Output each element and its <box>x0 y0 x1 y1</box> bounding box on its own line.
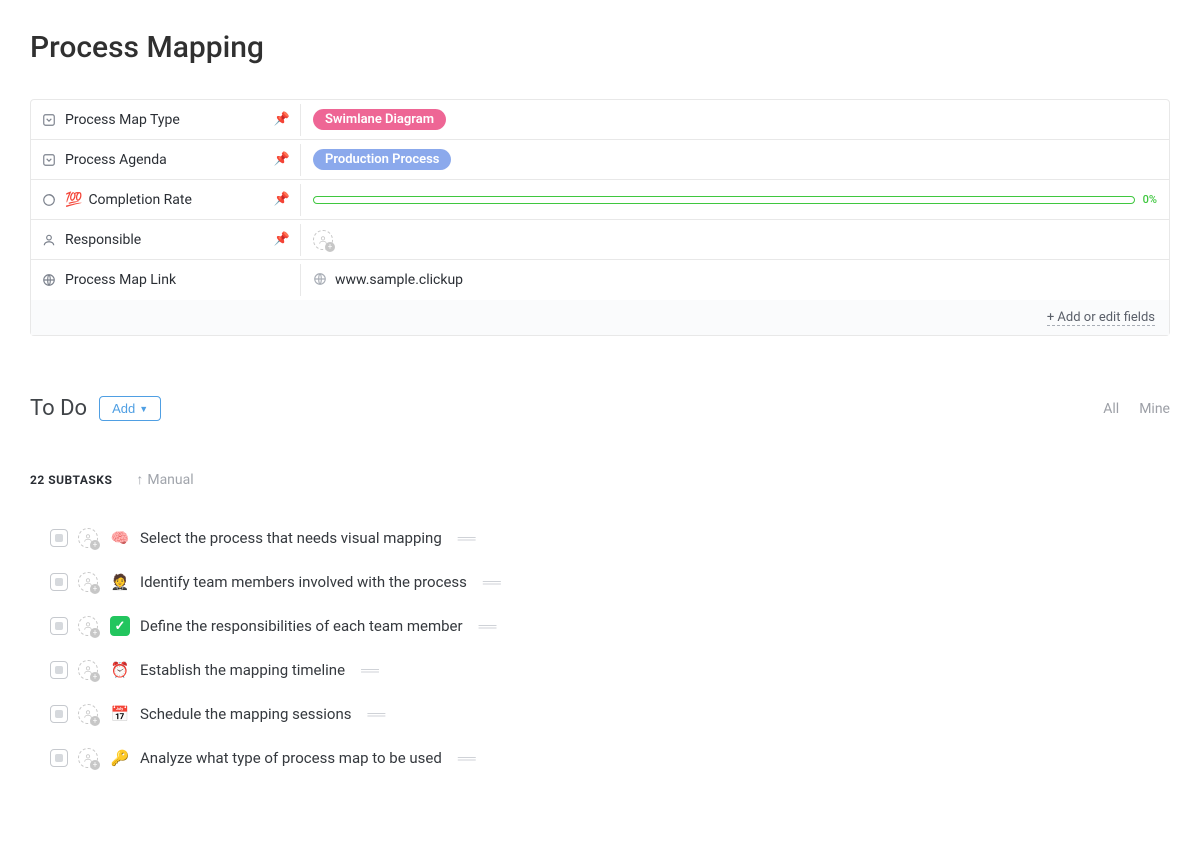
task-text[interactable]: Define the responsibilities of each team… <box>140 617 463 635</box>
subtask-row[interactable]: 📅 Schedule the mapping sessions ══ <box>50 692 1170 736</box>
field-label-cell[interactable]: Responsible 📌 <box>31 224 301 256</box>
drag-handle-icon[interactable]: ══ <box>458 750 474 767</box>
progress-bar[interactable] <box>313 196 1135 204</box>
todo-title: To Do <box>30 396 87 421</box>
field-value-cell[interactable]: Production Process <box>301 143 1169 176</box>
globe-icon <box>313 271 327 290</box>
tag-value: Swimlane Diagram <box>313 109 446 130</box>
field-label: Process Map Type <box>65 112 180 128</box>
task-emoji-icon: 🔑 <box>110 749 130 767</box>
field-value-cell[interactable]: www.sample.clickup <box>301 265 1169 296</box>
field-label: Responsible <box>65 232 141 248</box>
filter-mine[interactable]: Mine <box>1139 401 1170 417</box>
field-label-cell[interactable]: Process Map Link <box>31 264 301 296</box>
progress-wrap: 0% <box>313 193 1157 206</box>
checkbox[interactable] <box>50 529 68 547</box>
subtask-count: 22 SUBTASKS <box>30 473 112 487</box>
filter-all[interactable]: All <box>1103 401 1119 417</box>
field-label: Process Agenda <box>65 152 167 168</box>
todo-header: To Do Add ▼ All Mine <box>30 396 1170 421</box>
assignee-add-icon[interactable] <box>78 748 98 768</box>
checkbox[interactable] <box>50 573 68 591</box>
sort-label: Manual <box>147 472 193 488</box>
subtask-meta: 22 SUBTASKS ↑ Manual <box>30 471 1170 488</box>
progress-percent: 0% <box>1143 193 1157 206</box>
task-emoji-icon: ⏰ <box>110 661 130 679</box>
checkbox[interactable] <box>50 705 68 723</box>
checkbox[interactable] <box>50 749 68 767</box>
task-text[interactable]: Analyze what type of process map to be u… <box>140 749 442 767</box>
drag-handle-icon[interactable]: ══ <box>483 574 499 591</box>
field-value-cell[interactable]: 0% <box>301 187 1169 212</box>
add-button-label: Add <box>112 401 135 416</box>
checkbox[interactable] <box>50 661 68 679</box>
dropdown-field-icon <box>41 152 57 168</box>
pin-icon[interactable]: 📌 <box>274 152 290 167</box>
task-text[interactable]: Identify team members involved with the … <box>140 573 467 591</box>
caret-down-icon: ▼ <box>139 404 148 414</box>
add-fields-row: + Add or edit fields <box>31 300 1169 335</box>
task-emoji-icon: 🧠 <box>110 529 130 547</box>
field-row-process-map-type: Process Map Type 📌 Swimlane Diagram <box>31 100 1169 140</box>
pin-icon[interactable]: 📌 <box>274 232 290 247</box>
assignee-add-icon[interactable] <box>78 704 98 724</box>
field-value-cell[interactable] <box>301 224 1169 256</box>
field-label: Completion Rate <box>88 192 191 208</box>
assignee-add-icon[interactable] <box>78 528 98 548</box>
assignee-add-icon[interactable] <box>78 616 98 636</box>
field-row-process-map-link: Process Map Link www.sample.clickup <box>31 260 1169 300</box>
custom-fields-table: Process Map Type 📌 Swimlane Diagram Proc… <box>30 99 1170 336</box>
sort-button[interactable]: ↑ Manual <box>136 471 193 488</box>
task-emoji-icon: 🤵 <box>110 573 130 591</box>
assignee-add-icon[interactable] <box>78 660 98 680</box>
field-row-responsible: Responsible 📌 <box>31 220 1169 260</box>
task-text[interactable]: Select the process that needs visual map… <box>140 529 442 547</box>
check-badge-icon: ✓ <box>110 616 130 636</box>
subtask-row[interactable]: 🤵 Identify team members involved with the… <box>50 560 1170 604</box>
field-label: Process Map Link <box>65 272 176 288</box>
checkbox[interactable] <box>50 617 68 635</box>
subtask-row[interactable]: ⏰ Establish the mapping timeline ══ <box>50 648 1170 692</box>
link-value[interactable]: www.sample.clickup <box>335 272 463 288</box>
field-row-process-agenda: Process Agenda 📌 Production Process <box>31 140 1169 180</box>
filter-links: All Mine <box>1103 401 1170 417</box>
subtask-list: 🧠 Select the process that needs visual ma… <box>30 516 1170 780</box>
add-button[interactable]: Add ▼ <box>99 396 161 421</box>
progress-field-icon <box>41 192 57 208</box>
tag-value: Production Process <box>313 149 451 170</box>
task-emoji-icon: 📅 <box>110 705 130 723</box>
field-label-cell[interactable]: Process Agenda 📌 <box>31 144 301 176</box>
field-label-cell[interactable]: Process Map Type 📌 <box>31 104 301 136</box>
drag-handle-icon[interactable]: ══ <box>361 662 377 679</box>
hundred-icon: 💯 <box>65 192 82 208</box>
task-text[interactable]: Establish the mapping timeline <box>140 661 345 679</box>
field-label-cell[interactable]: 💯 Completion Rate 📌 <box>31 184 301 216</box>
globe-field-icon <box>41 272 57 288</box>
drag-handle-icon[interactable]: ══ <box>458 530 474 547</box>
subtask-row[interactable]: ✓ Define the responsibilities of each tea… <box>50 604 1170 648</box>
field-row-completion-rate: 💯 Completion Rate 📌 0% <box>31 180 1169 220</box>
arrow-up-icon: ↑ <box>136 471 143 488</box>
dropdown-field-icon <box>41 112 57 128</box>
pin-icon[interactable]: 📌 <box>274 112 290 127</box>
person-field-icon <box>41 232 57 248</box>
assignee-add-icon[interactable] <box>78 572 98 592</box>
pin-icon[interactable]: 📌 <box>274 192 290 207</box>
subtask-row[interactable]: 🧠 Select the process that needs visual ma… <box>50 516 1170 560</box>
add-edit-fields-link[interactable]: + Add or edit fields <box>1047 310 1155 326</box>
drag-handle-icon[interactable]: ══ <box>368 706 384 723</box>
task-text[interactable]: Schedule the mapping sessions <box>140 705 352 723</box>
field-value-cell[interactable]: Swimlane Diagram <box>301 103 1169 136</box>
subtask-row[interactable]: 🔑 Analyze what type of process map to be … <box>50 736 1170 780</box>
assignee-add-icon[interactable] <box>313 230 333 250</box>
page-title: Process Mapping <box>30 30 1170 65</box>
drag-handle-icon[interactable]: ══ <box>479 618 495 635</box>
